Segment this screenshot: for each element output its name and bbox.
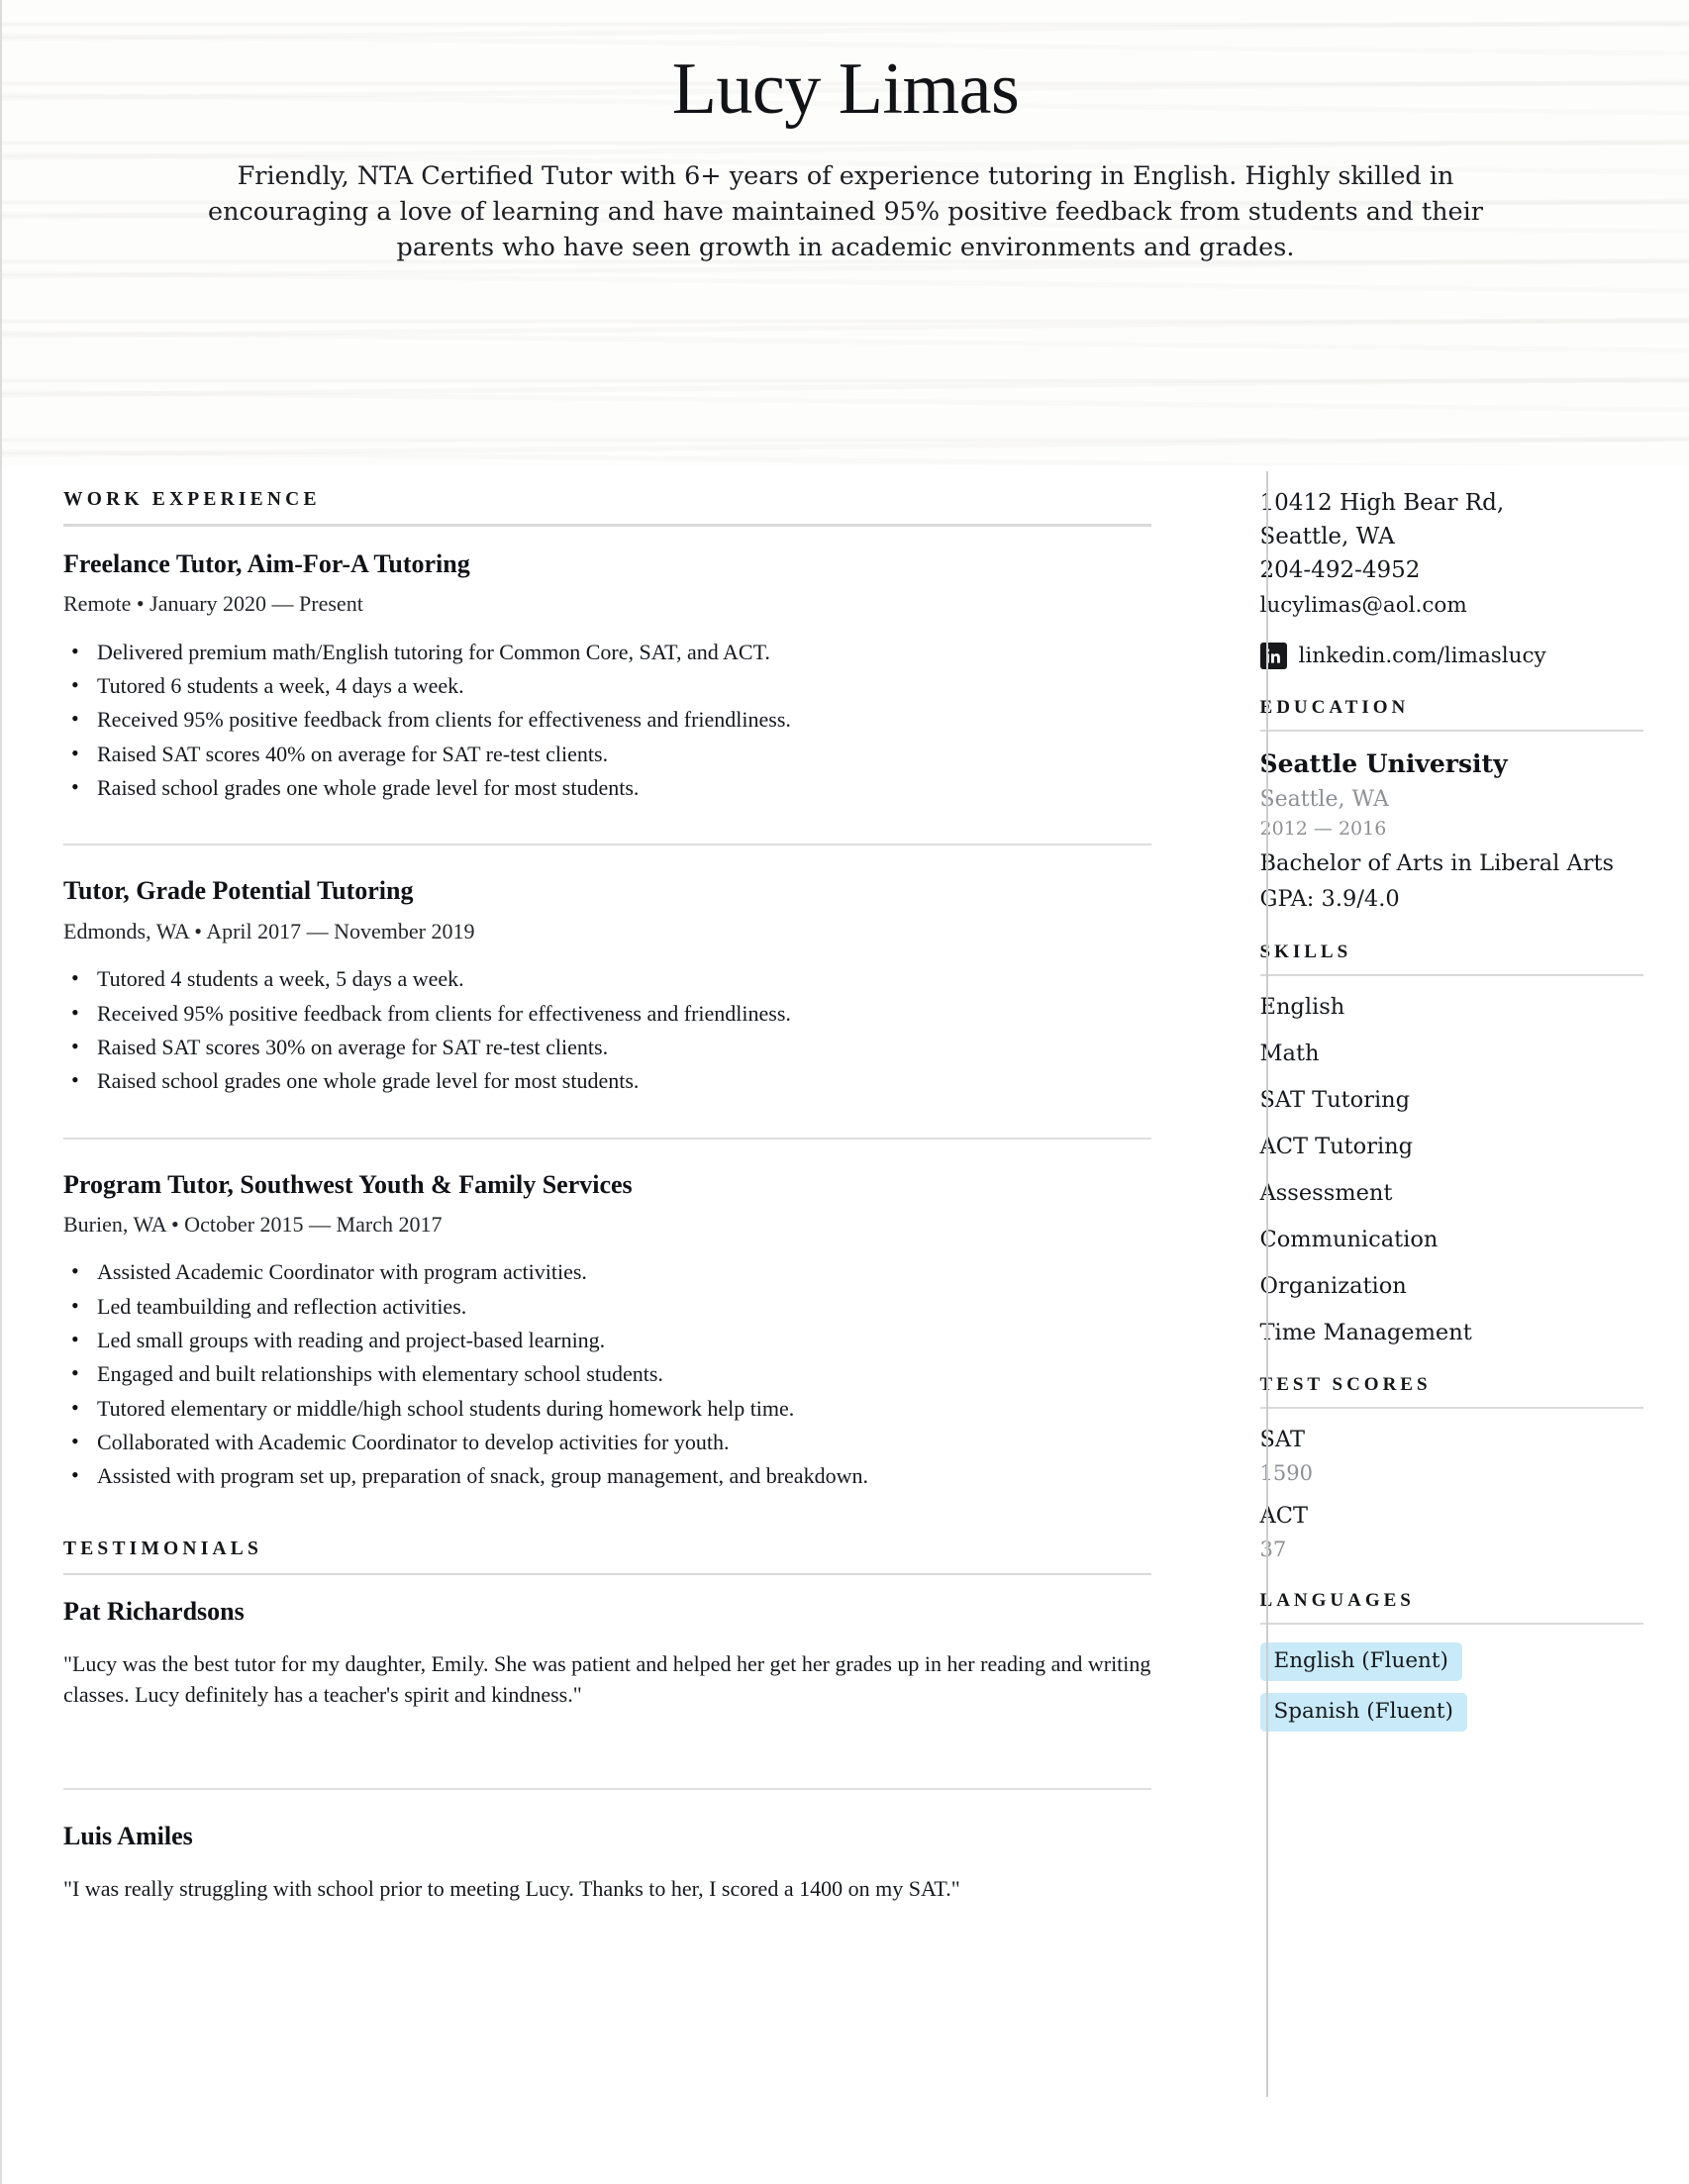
job-meta: Edmonds, WA • April 2017 — November 2019 <box>63 918 475 943</box>
bullet-item: Led teambuilding and reflection activiti… <box>63 1290 1151 1323</box>
resume-page: Lucy Limas Friendly, NTA Certified Tutor… <box>0 0 1689 2184</box>
bullet-item: Tutored 4 students a week, 5 days a week… <box>63 962 1151 995</box>
section-skills: SKILLS English Math SAT Tutoring ACT Tut… <box>1259 941 1643 1346</box>
language-badge: Spanish (Fluent) <box>1259 1692 1467 1732</box>
job-title: Freelance Tutor, Aim-For-A Tutoring <box>63 549 470 578</box>
bullet-item: Assisted with program set up, preparatio… <box>63 1459 1151 1492</box>
test-score-value: 37 <box>1259 1537 1287 1561</box>
education-dates: 2012 — 2016 <box>1259 818 1387 841</box>
bullet-item: Delivered premium math/English tutoring … <box>63 636 1151 668</box>
job-separator <box>63 1137 1151 1140</box>
bullet-item: Received 95% positive feedback from clie… <box>63 703 1151 736</box>
section-work-experience: WORK EXPERIENCE Freelance Tutor, Aim-For… <box>63 489 1151 1505</box>
education-school: Seattle University <box>1259 748 1508 778</box>
address-line-2: Seattle, WA <box>1259 523 1395 549</box>
skill-item: ACT Tutoring <box>1259 1133 1414 1159</box>
linkedin-icon <box>1259 642 1287 669</box>
job-bullets: Assisted Academic Coordinator with progr… <box>63 1255 1151 1492</box>
testimonial-separator <box>63 1788 1151 1791</box>
page-title: Lucy Limas <box>671 49 1020 130</box>
test-score-label: SAT <box>1259 1426 1305 1452</box>
section-testimonials: TESTIMONIALS Pat Richardsons "Lucy was t… <box>63 1539 1151 1910</box>
bullet-item: Raised school grades one whole grade lev… <box>63 771 1151 804</box>
phone-number[interactable]: 204-492-4952 <box>1260 556 1643 585</box>
section-heading-test-scores: TEST SCORES <box>1259 1373 1432 1395</box>
job-meta: Remote • January 2020 — Present <box>63 591 363 617</box>
column-divider <box>1266 471 1268 2097</box>
resume-header: Lucy Limas Friendly, NTA Certified Tutor… <box>2 0 1689 465</box>
language-badge-wrap: English (Fluent) <box>1259 1641 1643 1693</box>
job-entry: Tutor, Grade Potential Tutoring Edmonds,… <box>63 875 1151 1109</box>
education-location: Seattle, WA <box>1259 786 1389 812</box>
testimonial-quote: "Lucy was the best tutor for my daughter… <box>63 1650 1151 1708</box>
education-gpa: GPA: 3.9/4.0 <box>1259 886 1400 913</box>
language-badge: English (Fluent) <box>1259 1641 1462 1681</box>
testimonial-author: Pat Richardsons <box>63 1596 245 1626</box>
language-badge-wrap: Spanish (Fluent) <box>1259 1692 1643 1743</box>
job-meta: Burien, WA • October 2015 — March 2017 <box>63 1211 443 1237</box>
job-entry: Freelance Tutor, Aim-For-A Tutoring Remo… <box>63 548 1151 816</box>
section-rule <box>1259 973 1643 976</box>
linkedin-row[interactable]: linkedin.com/limaslucy <box>1259 642 1643 669</box>
job-bullets: Tutored 4 students a week, 5 days a week… <box>63 962 1151 1097</box>
section-heading-skills: SKILLS <box>1259 941 1352 962</box>
resume-body: WORK EXPERIENCE Freelance Tutor, Aim-For… <box>2 465 1689 2097</box>
email-address[interactable]: lucylimas@aol.com <box>1260 592 1643 619</box>
section-rule <box>1259 1406 1643 1409</box>
testimonial-entry: Luis Amiles "I was really struggling wit… <box>63 1822 1151 1909</box>
test-score-label: ACT <box>1259 1502 1308 1529</box>
main-column: WORK EXPERIENCE Freelance Tutor, Aim-For… <box>2 489 1211 1909</box>
testimonial-quote: "I was really struggling with school pri… <box>63 1876 960 1902</box>
linkedin-url[interactable]: linkedin.com/limaslucy <box>1299 644 1546 669</box>
education-degree: Bachelor of Arts in Liberal Arts <box>1259 850 1615 877</box>
section-rule <box>1259 729 1643 732</box>
header-inner: Lucy Limas Friendly, NTA Certified Tutor… <box>2 0 1689 265</box>
bullet-item: Received 95% positive feedback from clie… <box>63 997 1151 1030</box>
section-languages: LANGUAGES English (Fluent) Spanish (Flue… <box>1259 1589 1643 1743</box>
address-line-1: 10412 High Bear Rd, <box>1259 490 1505 516</box>
section-heading-languages: LANGUAGES <box>1259 1589 1415 1611</box>
skill-item: Communication <box>1259 1226 1439 1252</box>
section-rule <box>63 524 1151 527</box>
testimonial-entry: Pat Richardsons "Lucy was the best tutor… <box>63 1597 1151 1716</box>
test-score-value: 1590 <box>1259 1460 1313 1485</box>
bullet-item: Tutored 6 students a week, 4 days a week… <box>63 669 1151 702</box>
section-heading-work: WORK EXPERIENCE <box>63 489 321 510</box>
bullet-item: Led small groups with reading and projec… <box>63 1324 1151 1356</box>
skill-item: Organization <box>1259 1272 1407 1299</box>
contact-block: 10412 High Bear Rd, Seattle, WA 204-492-… <box>1259 489 1643 669</box>
professional-summary: Friendly, NTA Certified Tutor with 6+ ye… <box>208 160 1483 263</box>
job-entry: Program Tutor, Southwest Youth & Family … <box>63 1169 1151 1505</box>
testimonial-author: Luis Amiles <box>63 1822 193 1851</box>
skill-item: Math <box>1259 1040 1320 1066</box>
skill-item: Time Management <box>1259 1319 1472 1345</box>
bullet-item: Raised school grades one whole grade lev… <box>63 1064 1151 1097</box>
skill-item: SAT Tutoring <box>1259 1086 1411 1113</box>
section-education: EDUCATION Seattle University Seattle, WA… <box>1259 696 1643 914</box>
section-heading-testimonials: TESTIMONIALS <box>63 1538 263 1559</box>
job-title: Tutor, Grade Potential Tutoring <box>63 876 414 906</box>
sidebar-column: 10412 High Bear Rd, Seattle, WA 204-492-… <box>1211 489 1689 1743</box>
bullet-item: Assisted Academic Coordinator with progr… <box>63 1255 1151 1288</box>
section-heading-education: EDUCATION <box>1259 696 1410 718</box>
bullet-item: Raised SAT scores 40% on average for SAT… <box>63 738 1151 770</box>
job-title: Program Tutor, Southwest Youth & Family … <box>63 1169 633 1199</box>
bullet-item: Tutored elementary or middle/high school… <box>63 1392 1151 1425</box>
job-bullets: Delivered premium math/English tutoring … <box>63 636 1151 805</box>
job-separator <box>63 844 1151 846</box>
bullet-item: Collaborated with Academic Coordinator t… <box>63 1426 1151 1458</box>
section-test-scores: TEST SCORES SAT 1590 ACT 37 <box>1259 1373 1643 1562</box>
skill-item: English <box>1259 993 1345 1020</box>
bullet-item: Engaged and built relationships with ele… <box>63 1357 1151 1390</box>
skill-item: Assessment <box>1259 1179 1393 1206</box>
section-rule <box>1259 1622 1643 1625</box>
section-rule <box>63 1572 1151 1575</box>
bullet-item: Raised SAT scores 30% on average for SAT… <box>63 1031 1151 1063</box>
